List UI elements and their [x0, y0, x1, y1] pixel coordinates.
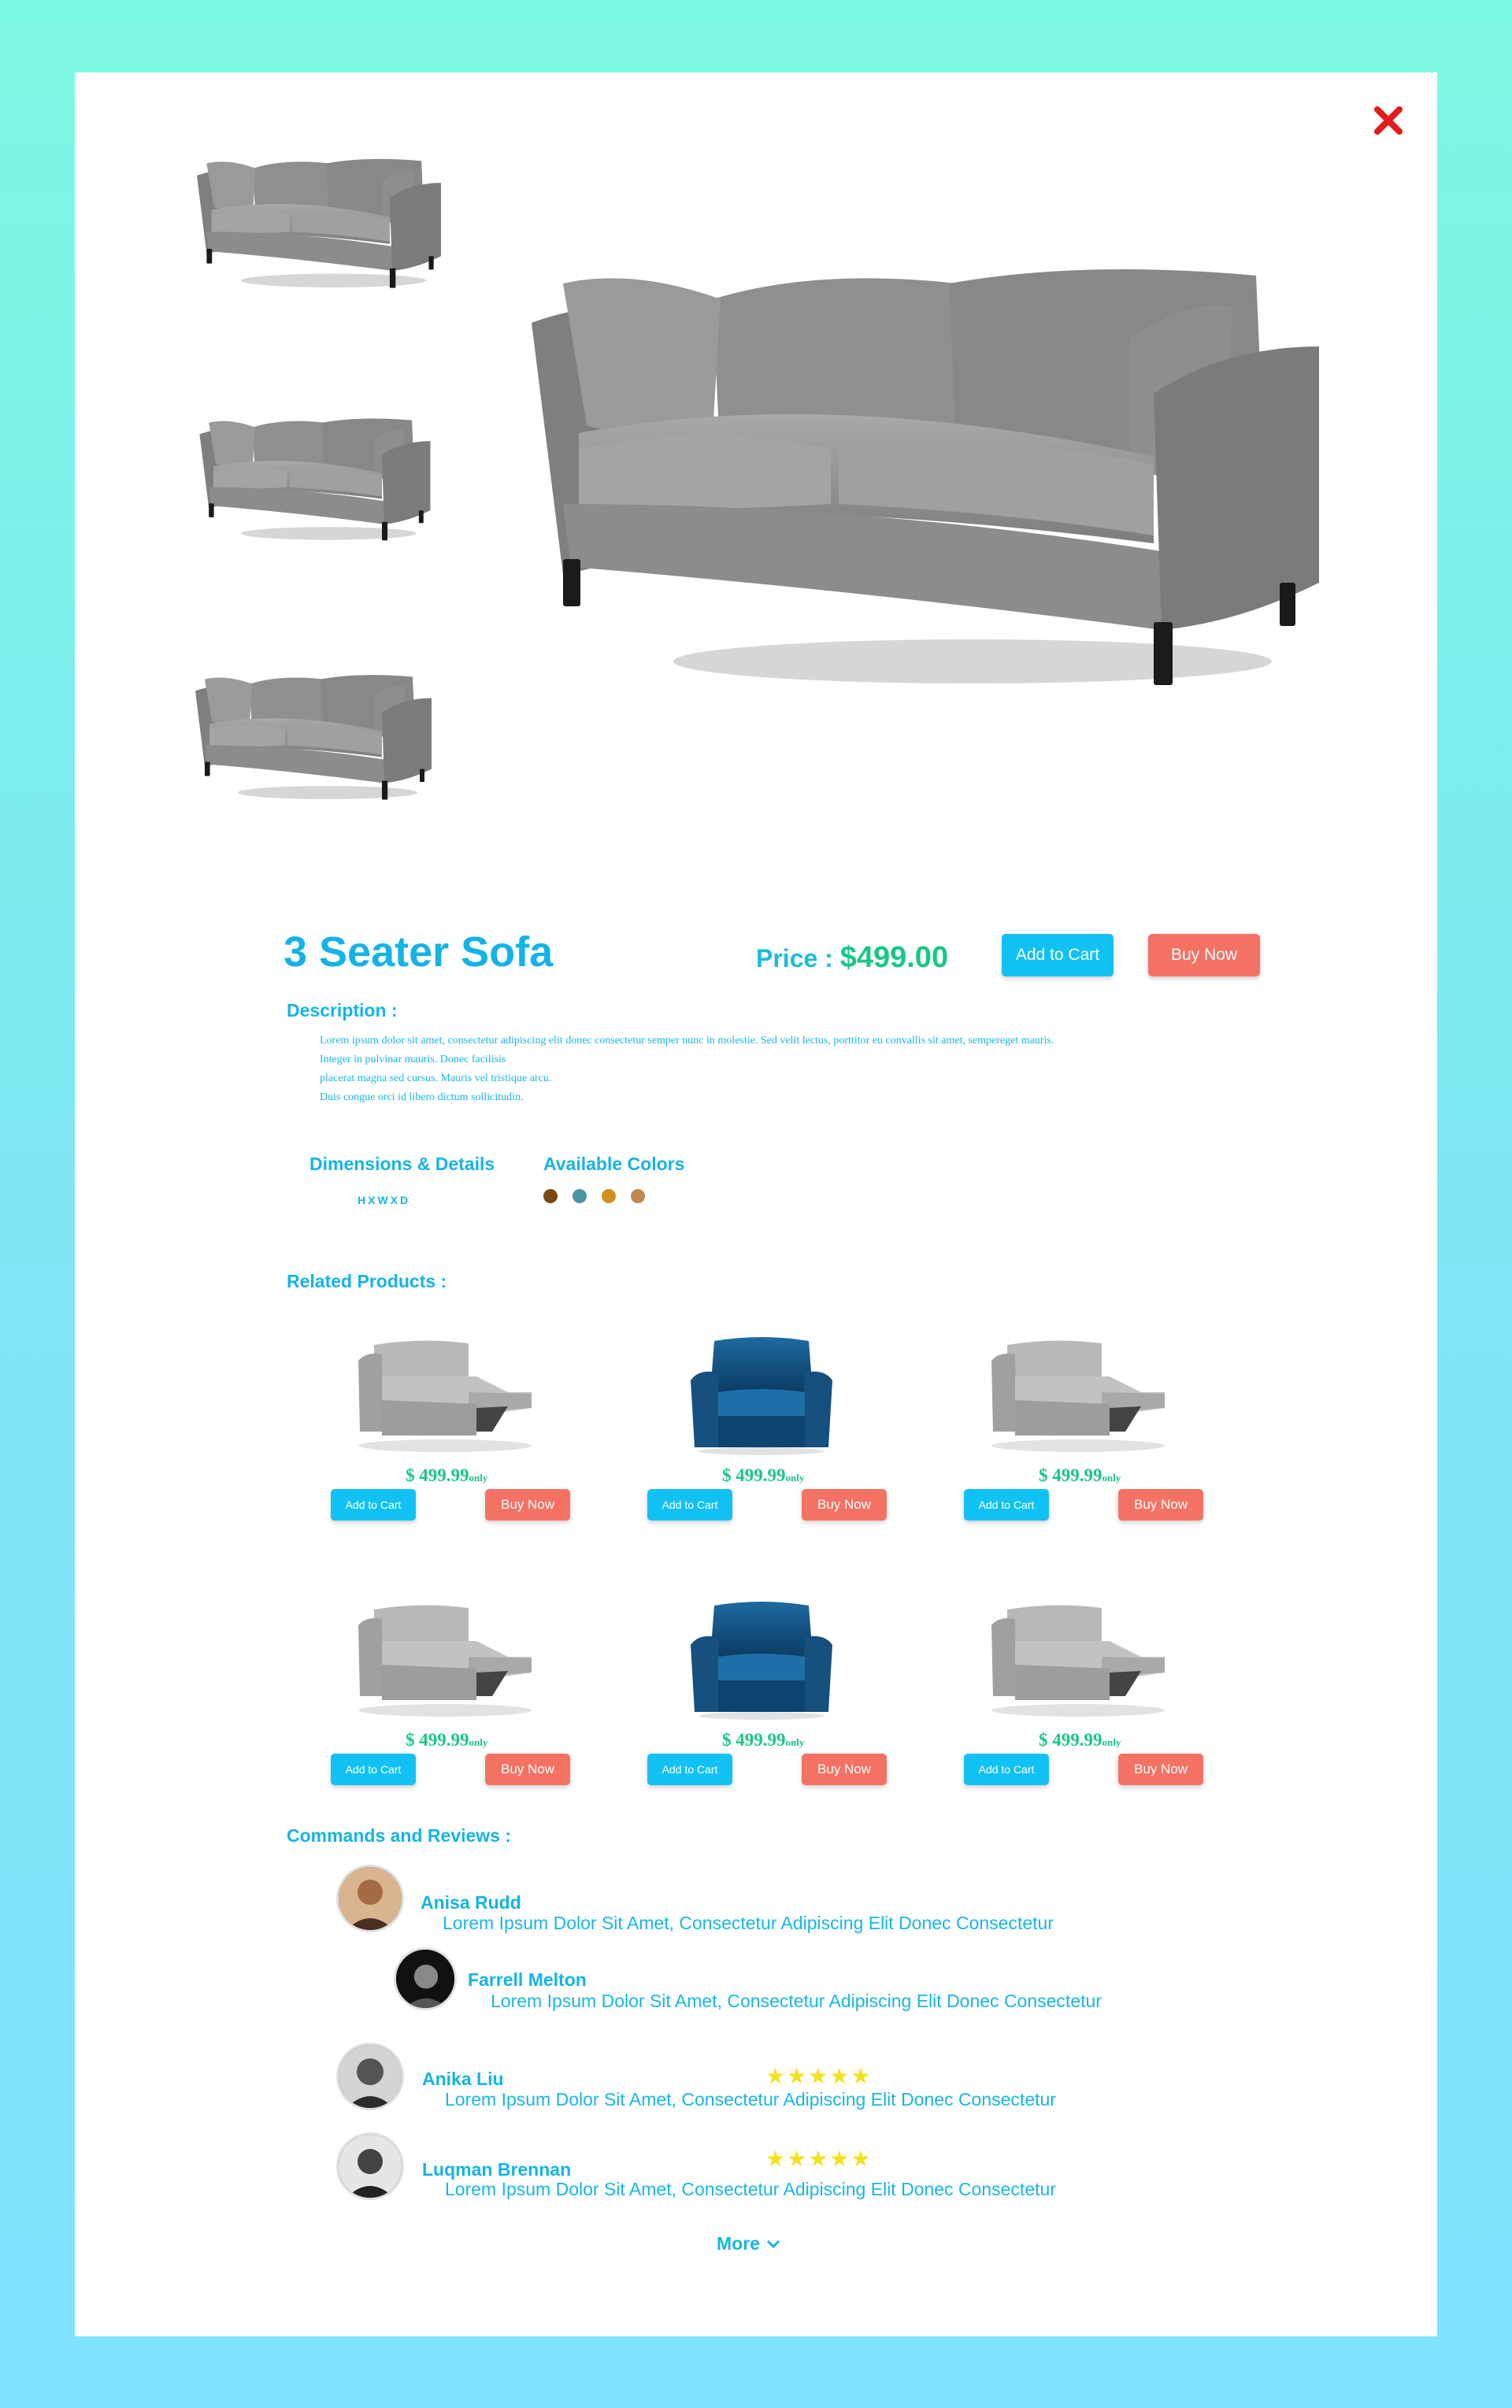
user-icon	[339, 1867, 402, 1930]
related-product-price: $ 499.99only	[1039, 1465, 1121, 1485]
related-add-to-cart-button[interactable]: Add to Cart	[647, 1754, 732, 1785]
review-text: Lorem Ipsum Dolor Sit Amet, Consectetur …	[445, 2179, 1056, 2199]
buy-now-button[interactable]: Buy Now	[1148, 934, 1260, 976]
dimensions-value: HXWXD	[358, 1194, 411, 1206]
related-buy-now-button[interactable]: Buy Now	[485, 1754, 570, 1785]
thumbnail-2[interactable]	[193, 413, 437, 547]
rating-stars: ★★★★★	[765, 2064, 873, 2088]
description-line: placerat magna sed cursus. Mauris vel tr…	[320, 1072, 552, 1084]
related-product-price: $ 499.99only	[406, 1730, 488, 1750]
description-line: Lorem ipsum dolor sit amet, consectetur …	[320, 1035, 1054, 1047]
related-buy-now-button[interactable]: Buy Now	[802, 1754, 887, 1785]
price-label-text: Price :	[756, 944, 840, 972]
thumbnail-3[interactable]	[195, 669, 432, 807]
reviewer-name: Anika Liu	[422, 2069, 504, 2089]
related-product-image[interactable]	[350, 1337, 539, 1455]
reviewer-name: Farrell Melton	[468, 1969, 587, 1990]
review-text: Lorem Ipsum Dolor Sit Amet, Consectetur …	[445, 2089, 1056, 2110]
reviewer-name: Anisa Rudd	[421, 1892, 521, 1913]
related-product-image[interactable]	[667, 1337, 856, 1455]
dimensions-heading: Dimensions & Details	[309, 1154, 495, 1174]
description-line: Integer in pulvinar mauris. Donec facili…	[320, 1054, 506, 1065]
colors-heading: Available Colors	[543, 1154, 685, 1174]
related-buy-now-button[interactable]: Buy Now	[1118, 1489, 1203, 1521]
related-buy-now-button[interactable]: Buy Now	[802, 1489, 887, 1521]
rating-stars: ★★★★★	[765, 2147, 873, 2171]
related-product-image[interactable]	[667, 1602, 856, 1720]
related-add-to-cart-button[interactable]: Add to Cart	[964, 1489, 1049, 1521]
related-product-price: $ 499.99only	[722, 1465, 805, 1485]
main-product-image	[528, 252, 1323, 709]
reviewer-name: Luqman Brennan	[422, 2159, 572, 2180]
related-add-to-cart-button[interactable]: Add to Cart	[647, 1489, 732, 1521]
avatar	[394, 1947, 457, 2010]
description-text: Lorem ipsum dolor sit amet, consectetur …	[320, 1032, 1265, 1107]
user-icon	[339, 2135, 402, 2198]
reviews-heading: Commands and Reviews :	[287, 1825, 512, 1846]
description-heading: Description :	[287, 1000, 398, 1021]
avatar	[336, 2043, 404, 2110]
related-product-image[interactable]	[350, 1602, 539, 1720]
related-product-image[interactable]	[984, 1602, 1173, 1720]
related-add-to-cart-button[interactable]: Add to Cart	[331, 1754, 416, 1785]
review-text: Lorem Ipsum Dolor Sit Amet, Consectetur …	[443, 1913, 1054, 1933]
close-icon[interactable]	[1373, 105, 1404, 136]
related-add-to-cart-button[interactable]: Add to Cart	[964, 1754, 1049, 1785]
avatar	[336, 2132, 404, 2200]
product-title: 3 Seater Sofa	[284, 928, 554, 976]
related-product-price: $ 499.99only	[1039, 1730, 1121, 1750]
review-text: Lorem Ipsum Dolor Sit Amet, Consectetur …	[491, 1991, 1102, 2011]
thumbnail-1[interactable]	[197, 154, 441, 295]
add-to-cart-button[interactable]: Add to Cart	[1002, 934, 1114, 976]
related-product-price: $ 499.99only	[722, 1730, 805, 1750]
color-swatch[interactable]	[573, 1189, 587, 1203]
chevron-down-icon	[766, 2239, 780, 2248]
related-buy-now-button[interactable]: Buy Now	[485, 1489, 570, 1521]
avatar	[336, 1865, 404, 1932]
related-buy-now-button[interactable]: Buy Now	[1118, 1754, 1203, 1785]
description-line: Duis congue orci id libero dictum sollic…	[320, 1091, 524, 1103]
related-heading: Related Products :	[287, 1271, 447, 1291]
related-add-to-cart-button[interactable]: Add to Cart	[331, 1489, 416, 1521]
related-product-price: $ 499.99only	[406, 1465, 488, 1485]
more-reviews-link[interactable]: More	[717, 2233, 780, 2254]
related-product-image[interactable]	[984, 1337, 1173, 1455]
more-label: More	[717, 2233, 760, 2254]
user-icon	[339, 2045, 402, 2108]
color-swatch[interactable]	[602, 1189, 616, 1203]
price-label: Price : $499.00	[756, 941, 948, 975]
color-swatch[interactable]	[543, 1189, 558, 1203]
user-icon	[396, 1950, 454, 2008]
price-value: $499.00	[839, 941, 949, 974]
color-swatch[interactable]	[631, 1189, 645, 1203]
